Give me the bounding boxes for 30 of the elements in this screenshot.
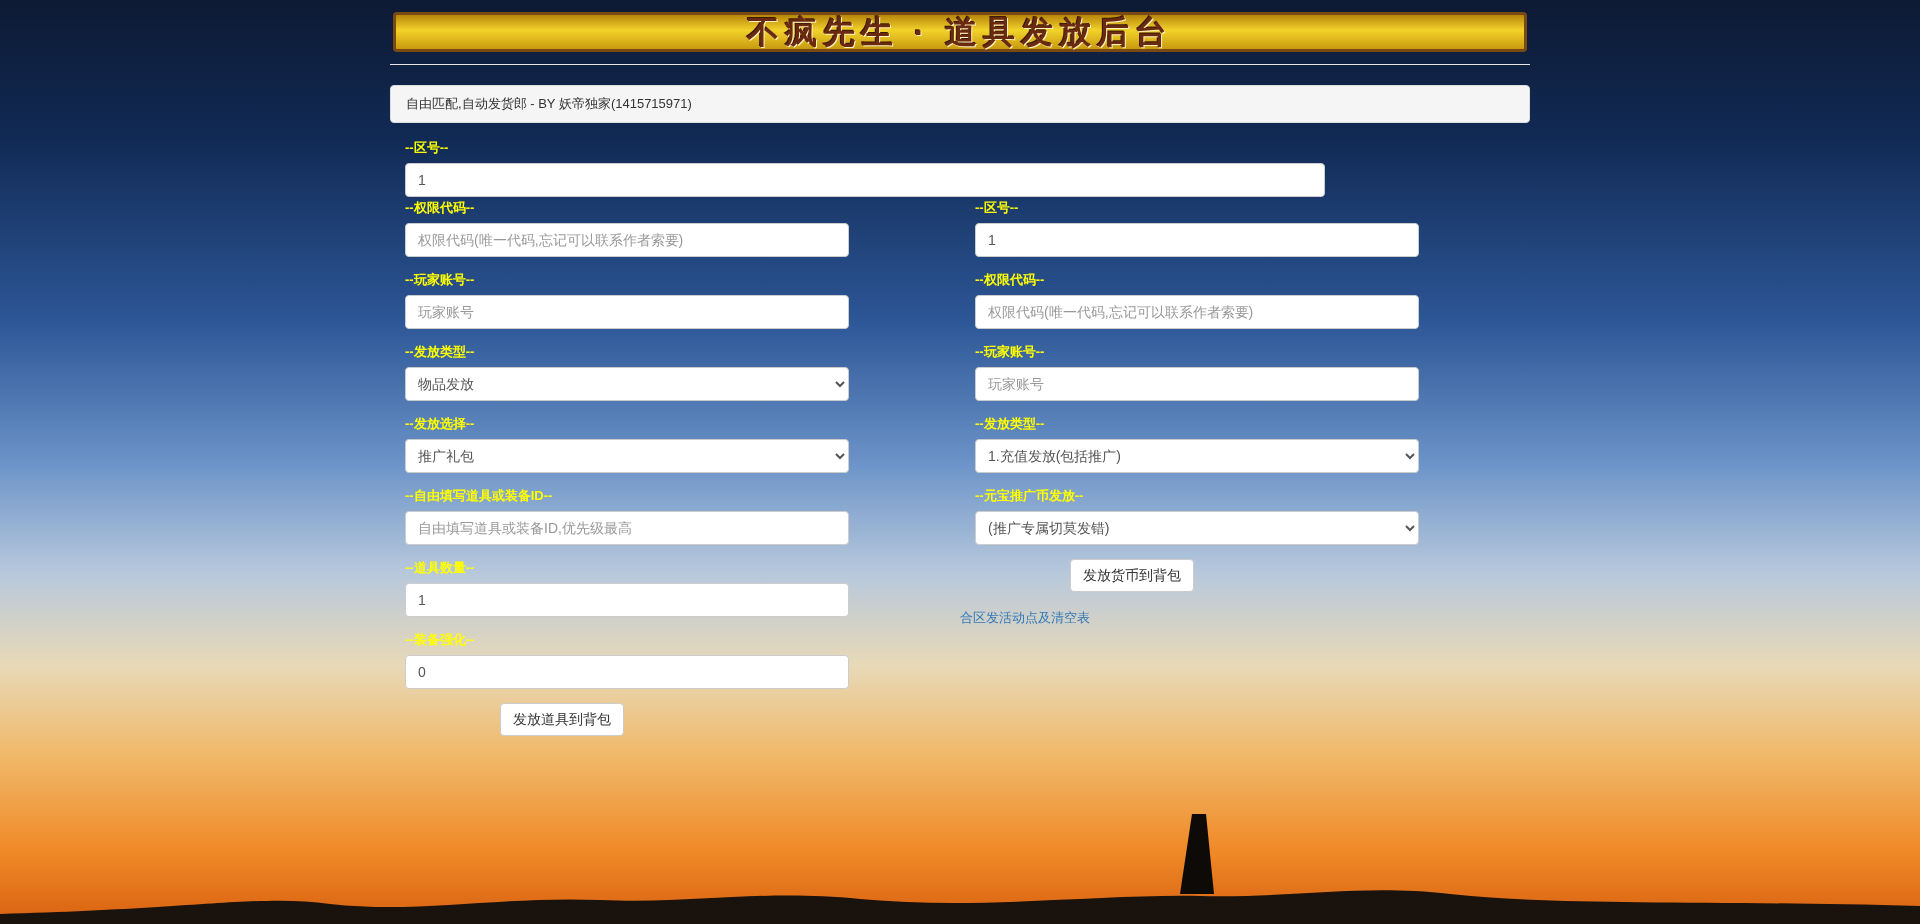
send-currency-button[interactable]: 发放货币到背包	[1070, 559, 1194, 592]
field-label: --权限代码--	[405, 199, 476, 217]
input-field[interactable]: 0	[405, 655, 849, 689]
select-field[interactable]: 1.充值发放(包括推广)	[975, 439, 1419, 473]
field-label: --玩家账号--	[975, 343, 1046, 361]
input-field[interactable]: 权限代码(唯一代码,忘记可以联系作者索要)	[405, 223, 849, 257]
select-field[interactable]: 推广礼包	[405, 439, 849, 473]
notice-panel: 自由匹配,自动发货郎 - BY 妖帝独家(1415715971)	[390, 85, 1530, 123]
field-label: --权限代码--	[975, 271, 1046, 289]
field-label: --发放类型--	[975, 415, 1046, 433]
input-field[interactable]: 权限代码(唯一代码,忘记可以联系作者索要)	[975, 295, 1419, 329]
field-label: --区号--	[975, 199, 1020, 217]
field-label: --发放类型--	[405, 343, 476, 361]
field-label: --道具数量--	[405, 559, 476, 577]
input-field[interactable]: 1	[975, 223, 1419, 257]
input-field[interactable]: 1	[405, 583, 849, 617]
input-field[interactable]: 玩家账号	[975, 367, 1419, 401]
select-field[interactable]: (推广专属切莫发错)	[975, 511, 1419, 545]
field-label: --发放选择--	[405, 415, 476, 433]
select-field[interactable]: 物品发放	[405, 367, 849, 401]
field-label: --装备强化--	[405, 631, 476, 649]
field-label: --自由填写道具或装备ID--	[405, 487, 554, 505]
field-label: --元宝推广币发放--	[975, 487, 1085, 505]
input-field[interactable]: 玩家账号	[405, 295, 849, 329]
banner-title: 不疯先生 · 道具发放后台	[393, 12, 1527, 52]
input-field[interactable]: 1	[405, 163, 1325, 197]
field-label: --玩家账号--	[405, 271, 476, 289]
field-label: --区号--	[405, 139, 450, 157]
send-items-button[interactable]: 发放道具到背包	[500, 703, 624, 736]
input-field[interactable]: 自由填写道具或装备ID,优先级最高	[405, 511, 849, 545]
